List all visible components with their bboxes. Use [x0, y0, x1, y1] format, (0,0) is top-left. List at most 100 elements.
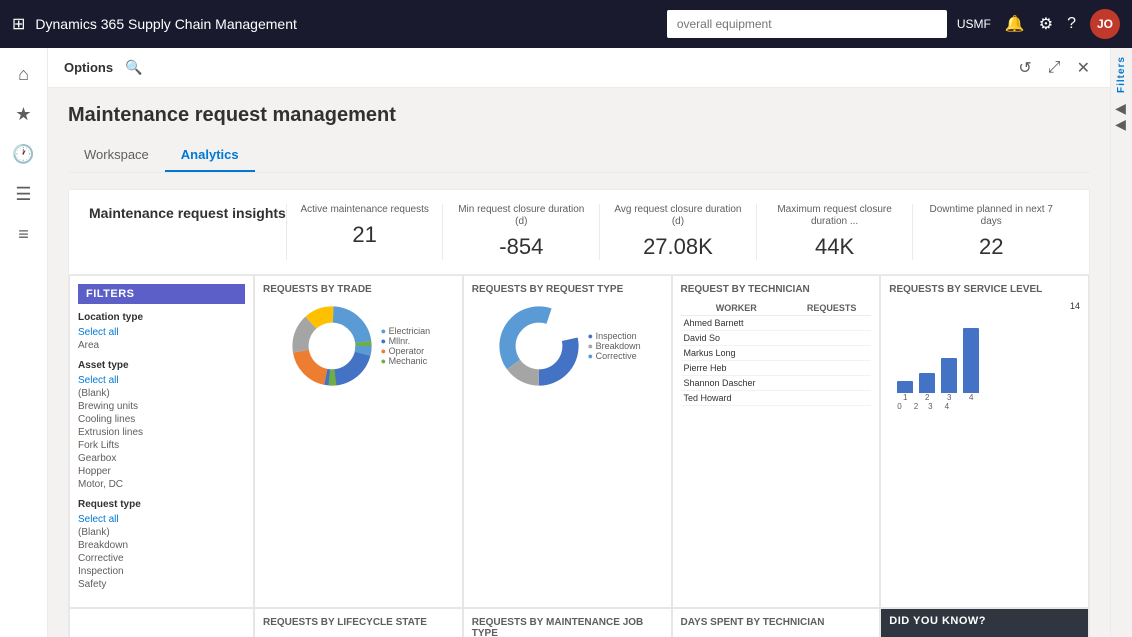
kpi-metric-value-4: 22 [923, 234, 1059, 260]
kpi-metric-3: Maximum request closure duration ... 44K [756, 204, 913, 260]
chart-lifecycle: Requests by lifecycle state ● New ● InPr… [255, 609, 462, 637]
kpi-metric-label-2: Avg request closure duration (d) [610, 204, 746, 228]
filter-request: Request type Select all (Blank) Breakdow… [78, 499, 245, 591]
grid-icon[interactable]: ⊞ [12, 14, 25, 34]
search-input[interactable] [667, 10, 947, 38]
table-row: Ahmed Barnett [681, 316, 872, 331]
filter-option[interactable]: Corrective [78, 552, 245, 565]
table-row: Pierre Heb [681, 361, 872, 376]
chart-title: Requests by maintenance job type [472, 617, 663, 637]
bar-group-1: 1 [897, 381, 913, 402]
filters-title: FILTERS [78, 284, 245, 304]
filter-option[interactable]: Cooling lines [78, 413, 245, 426]
filter-asset-label: Asset type [78, 360, 245, 371]
filter-location-label: Location type [78, 312, 245, 323]
filter-option[interactable]: Gearbox [78, 452, 245, 465]
tab-analytics[interactable]: Analytics [165, 139, 255, 172]
bar-2 [919, 373, 935, 393]
filter-option[interactable]: Area [78, 339, 245, 352]
sidebar-item-home[interactable]: ⌂ [6, 56, 42, 92]
filter-request-label: Request type [78, 499, 245, 510]
filter-option[interactable]: Select all [78, 374, 245, 387]
page-title: Maintenance request management [68, 104, 1090, 127]
kpi-row: Maintenance request insights Active main… [69, 190, 1089, 275]
topbar-actions: USMF 🔔 ⚙ ? JO [957, 9, 1120, 39]
dashboard-row1: FILTERS Location type Select all Area As… [69, 275, 1089, 608]
page-content: Maintenance request management Workspace… [48, 88, 1110, 637]
filter-option[interactable]: (Blank) [78, 387, 245, 400]
app-title: Dynamics 365 Supply Chain Management [35, 16, 656, 32]
sidebar-rail: ⌂ ★ 🕐 ☰ ≡ [0, 48, 48, 637]
filter-asset: Asset type Select all (Blank) Brewing un… [78, 360, 245, 491]
main-area: Options 🔍 ↺ ⤢ ✕ Maintenance request mana… [48, 48, 1110, 637]
filter-option[interactable]: Hopper [78, 465, 245, 478]
kpi-metric-4: Downtime planned in next 7 days 22 [912, 204, 1069, 260]
chart-requests-by-technician: Request by technician WORKER REQUESTS Ah… [673, 276, 880, 607]
topbar: ⊞ Dynamics 365 Supply Chain Management U… [0, 0, 1132, 48]
filter-option[interactable]: Extrusion lines [78, 426, 245, 439]
kpi-metric-label-4: Downtime planned in next 7 days [923, 204, 1059, 228]
kpi-metric-label-3: Maximum request closure duration ... [767, 204, 903, 228]
filter-asset-continued [70, 609, 253, 637]
chart-title: Requests by trade [263, 284, 454, 295]
chart-requests-by-type: Requests by request type ● Inspection ● … [464, 276, 671, 607]
col-worker: WORKER [681, 301, 792, 316]
chart-title: Requests by request type [472, 284, 663, 295]
bar-1 [897, 381, 913, 393]
chart-title: Request by technician [681, 284, 872, 295]
did-you-know-panel: DID YOU KNOW? Mechanic is the most requi… [881, 609, 1088, 637]
donut-chart-trade [287, 301, 377, 391]
filter-option[interactable]: Breakdown [78, 539, 245, 552]
sidebar-item-nav[interactable]: ☰ [6, 176, 42, 212]
filter-option[interactable]: Select all [78, 513, 245, 526]
sidebar-item-star[interactable]: ★ [6, 96, 42, 132]
refresh-button[interactable]: ↺ [1014, 54, 1035, 82]
analytics-frame: Maintenance request insights Active main… [68, 189, 1090, 637]
help-icon[interactable]: ? [1067, 15, 1076, 33]
kpi-metric-value-2: 27.08K [610, 234, 746, 260]
filter-option[interactable]: Motor, DC [78, 478, 245, 491]
filter-location: Location type Select all Area [78, 312, 245, 352]
filter-option[interactable]: Brewing units [78, 400, 245, 413]
options-search-icon[interactable]: 🔍 [125, 59, 142, 76]
dashboard-row2: Requests by lifecycle state ● New ● InPr… [69, 608, 1089, 637]
bar-3 [941, 358, 957, 393]
options-bar: Options 🔍 ↺ ⤢ ✕ [48, 48, 1110, 88]
options-label: Options [64, 60, 113, 75]
expand-button[interactable]: ⤢ [1044, 54, 1065, 82]
gear-icon[interactable]: ⚙ [1039, 14, 1053, 34]
kpi-title-block: Maintenance request insights [89, 204, 286, 222]
filter-option[interactable]: Fork Lifts [78, 439, 245, 452]
bar-group-2: 2 [919, 373, 935, 402]
kpi-title: Maintenance request insights [89, 204, 286, 222]
collapse-icon[interactable]: ◀◀ [1114, 101, 1130, 133]
filters-panel: FILTERS Location type Select all Area As… [70, 276, 253, 607]
filter-option[interactable]: Safety [78, 578, 245, 591]
tenant-label: USMF [957, 17, 991, 31]
kpi-metric-value-3: 44K [767, 234, 903, 260]
chart-title: Days spent by technician [681, 617, 872, 628]
bell-icon[interactable]: 🔔 [1005, 14, 1025, 34]
sidebar-item-recent[interactable]: 🕐 [6, 136, 42, 172]
table-row: Ted Howard [681, 391, 872, 406]
tab-workspace[interactable]: Workspace [68, 139, 165, 172]
kpi-metric-value-0: 21 [297, 222, 433, 248]
chart-service-level: Requests by service level 14 1 2 [881, 276, 1088, 607]
filter-option[interactable]: (Blank) [78, 526, 245, 539]
options-actions: ↺ ⤢ ✕ [1014, 54, 1094, 82]
right-panel: Filters ◀◀ [1110, 48, 1132, 637]
table-row: Shannon Dascher [681, 376, 872, 391]
kpi-metric-1: Min request closure duration (d) -854 [442, 204, 599, 260]
sidebar-item-list[interactable]: ≡ [6, 216, 42, 252]
bar-group-4: 4 [963, 328, 979, 402]
close-button[interactable]: ✕ [1073, 54, 1094, 82]
kpi-metric-0: Active maintenance requests 21 [286, 204, 443, 260]
filter-option[interactable]: Select all [78, 326, 245, 339]
filters-toggle[interactable]: Filters [1116, 56, 1127, 93]
tabs: Workspace Analytics [68, 139, 1090, 173]
avatar[interactable]: JO [1090, 9, 1120, 39]
kpi-metric-value-1: -854 [453, 234, 589, 260]
filter-option[interactable]: Inspection [78, 565, 245, 578]
col-requests: REQUESTS [792, 301, 871, 316]
bar-group-3: 3 [941, 358, 957, 402]
